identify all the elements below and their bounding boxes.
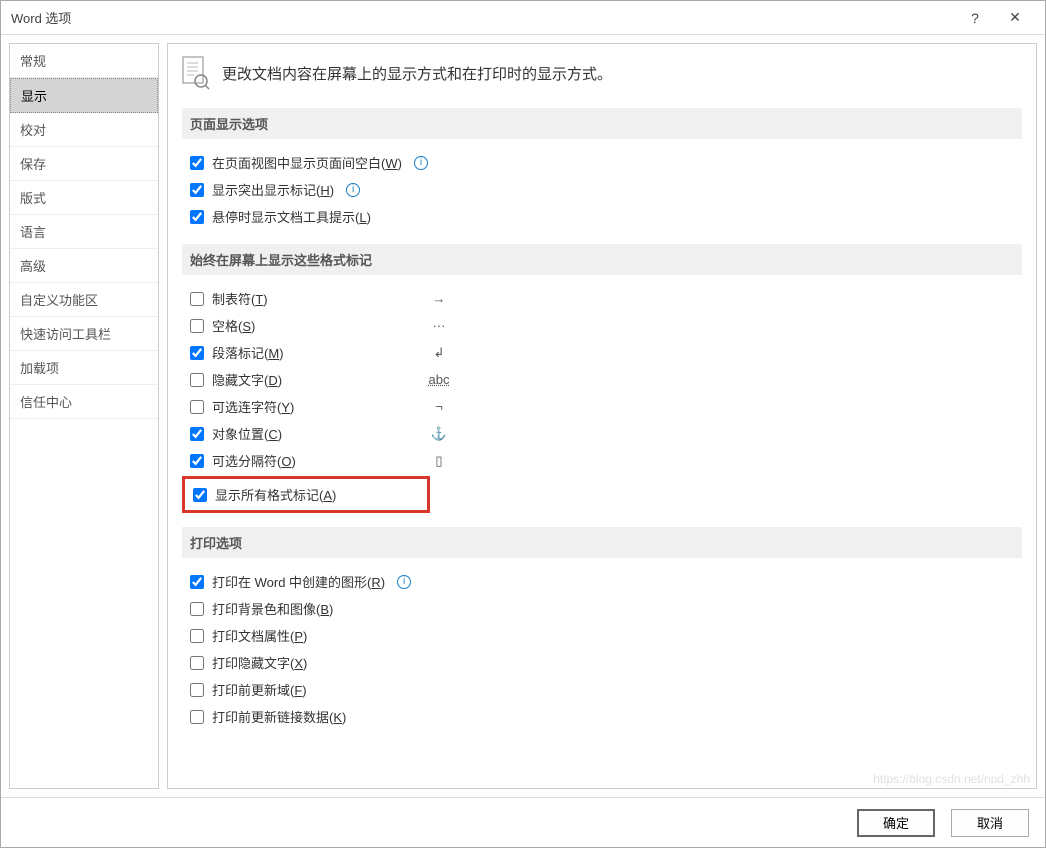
option-checkbox[interactable] — [190, 346, 204, 360]
option-row: 打印隐藏文字(X) — [182, 649, 1022, 676]
highlighted-option-box: 显示所有格式标记(A) — [182, 476, 430, 513]
sidebar: 常规显示校对保存版式语言高级自定义功能区快速访问工具栏加载项信任中心 — [9, 43, 159, 789]
option-label[interactable]: 可选连字符(Y) — [212, 397, 294, 416]
format-symbol: ¬ — [424, 399, 454, 414]
content-header: 更改文档内容在屏幕上的显示方式和在打印时的显示方式。 — [182, 56, 1022, 90]
dialog-body: 常规显示校对保存版式语言高级自定义功能区快速访问工具栏加载项信任中心 更改文档内… — [1, 35, 1045, 797]
cancel-button[interactable]: 取消 — [951, 809, 1029, 837]
content-title: 更改文档内容在屏幕上的显示方式和在打印时的显示方式。 — [222, 63, 612, 84]
option-row: 在页面视图中显示页面间空白(W) i — [182, 149, 1022, 176]
dialog-title: Word 选项 — [11, 8, 955, 27]
sidebar-item-自定义功能区[interactable]: 自定义功能区 — [10, 283, 158, 317]
section-print: 打印选项 打印在 Word 中创建的图形(R) i 打印背景色和图像(B) 打印文档属… — [182, 527, 1022, 730]
sidebar-item-信任中心[interactable]: 信任中心 — [10, 385, 158, 419]
info-icon[interactable]: i — [414, 156, 428, 170]
option-checkbox[interactable] — [190, 683, 204, 697]
option-label[interactable]: 打印在 Word 中创建的图形(R) — [212, 572, 385, 591]
sidebar-item-校对[interactable]: 校对 — [10, 113, 158, 147]
option-label[interactable]: 制表符(T) — [212, 289, 268, 308]
info-icon[interactable]: i — [346, 183, 360, 197]
option-label[interactable]: 打印隐藏文字(X) — [212, 653, 307, 672]
watermark: https://blog.csdn.net/npd_zhh — [873, 772, 1030, 786]
word-options-dialog: Word 选项 ? ✕ 常规显示校对保存版式语言高级自定义功能区快速访问工具栏加… — [0, 0, 1046, 848]
option-checkbox[interactable] — [190, 183, 204, 197]
ok-button[interactable]: 确定 — [857, 809, 935, 837]
section-header-format-marks: 始终在屏幕上显示这些格式标记 — [182, 244, 1022, 275]
option-checkbox[interactable] — [190, 292, 204, 306]
sidebar-item-保存[interactable]: 保存 — [10, 147, 158, 181]
help-button[interactable]: ? — [955, 10, 995, 26]
sidebar-item-显示[interactable]: 显示 — [10, 78, 158, 113]
close-button[interactable]: ✕ — [995, 9, 1035, 26]
format-symbol: → — [424, 291, 454, 306]
option-row: 制表符(T) → — [182, 285, 1022, 312]
option-checkbox[interactable] — [190, 454, 204, 468]
format-symbol: ▯ — [424, 453, 454, 469]
option-label[interactable]: 对象位置(C) — [212, 424, 282, 443]
option-label[interactable]: 打印背景色和图像(B) — [212, 599, 333, 618]
option-row: 悬停时显示文档工具提示(L) — [182, 203, 1022, 230]
option-row: 打印在 Word 中创建的图形(R) i — [182, 568, 1022, 595]
option-row: 空格(S) ··· — [182, 312, 1022, 339]
info-icon[interactable]: i — [397, 575, 411, 589]
option-label[interactable]: 空格(S) — [212, 316, 255, 335]
document-icon — [182, 56, 210, 90]
content-pane: 更改文档内容在屏幕上的显示方式和在打印时的显示方式。 页面显示选项 在页面视图中… — [167, 43, 1037, 789]
footer: 确定 取消 — [1, 797, 1045, 847]
option-label[interactable]: 显示突出显示标记(H) — [212, 180, 334, 199]
sidebar-item-高级[interactable]: 高级 — [10, 249, 158, 283]
option-label[interactable]: 显示所有格式标记(A) — [215, 485, 336, 504]
sidebar-item-语言[interactable]: 语言 — [10, 215, 158, 249]
option-label[interactable]: 段落标记(M) — [212, 343, 284, 362]
option-checkbox[interactable] — [190, 400, 204, 414]
option-row: 打印前更新域(F) — [182, 676, 1022, 703]
section-page-display: 页面显示选项 在页面视图中显示页面间空白(W) i 显示突出显示标记(H) i 悬停时显… — [182, 108, 1022, 230]
format-symbol: ↲ — [424, 345, 454, 361]
option-checkbox[interactable] — [190, 427, 204, 441]
option-checkbox[interactable] — [190, 602, 204, 616]
option-checkbox[interactable] — [190, 210, 204, 224]
option-row: 对象位置(C) ⚓ — [182, 420, 1022, 447]
option-label[interactable]: 打印文档属性(P) — [212, 626, 307, 645]
option-checkbox[interactable] — [190, 575, 204, 589]
option-checkbox[interactable] — [190, 156, 204, 170]
option-row: 显示突出显示标记(H) i — [182, 176, 1022, 203]
sidebar-item-加载项[interactable]: 加载项 — [10, 351, 158, 385]
option-label[interactable]: 悬停时显示文档工具提示(L) — [212, 207, 371, 226]
option-checkbox[interactable] — [193, 488, 207, 502]
option-row: 打印前更新链接数据(K) — [182, 703, 1022, 730]
section-header-page-display: 页面显示选项 — [182, 108, 1022, 139]
highlighted-option: 显示所有格式标记(A) — [185, 481, 421, 508]
section-format-marks-opts: 制表符(T) → 空格(S) ··· 段落标记(M) ↲ 隐藏文字(D) abc 可选连字符(Y… — [182, 285, 1022, 474]
sidebar-item-常规[interactable]: 常规 — [10, 44, 158, 78]
option-label[interactable]: 可选分隔符(O) — [212, 451, 296, 470]
option-checkbox[interactable] — [190, 629, 204, 643]
option-checkbox[interactable] — [190, 656, 204, 670]
option-row: 打印文档属性(P) — [182, 622, 1022, 649]
section-page-display-opts: 在页面视图中显示页面间空白(W) i 显示突出显示标记(H) i 悬停时显示文档工具提示… — [182, 149, 1022, 230]
section-header-print: 打印选项 — [182, 527, 1022, 558]
option-checkbox[interactable] — [190, 373, 204, 387]
option-row: 打印背景色和图像(B) — [182, 595, 1022, 622]
option-row: 段落标记(M) ↲ — [182, 339, 1022, 366]
option-row: 可选连字符(Y) ¬ — [182, 393, 1022, 420]
format-symbol: ⚓ — [424, 426, 454, 442]
option-row: 显示所有格式标记(A) — [185, 481, 421, 508]
option-row: 可选分隔符(O) ▯ — [182, 447, 1022, 474]
option-label[interactable]: 隐藏文字(D) — [212, 370, 282, 389]
titlebar: Word 选项 ? ✕ — [1, 1, 1045, 35]
option-checkbox[interactable] — [190, 319, 204, 333]
option-row: 隐藏文字(D) abc — [182, 366, 1022, 393]
sidebar-item-快速访问工具栏[interactable]: 快速访问工具栏 — [10, 317, 158, 351]
section-format-marks: 始终在屏幕上显示这些格式标记 制表符(T) → 空格(S) ··· 段落标记(M) ↲ 隐藏… — [182, 244, 1022, 513]
format-symbol: abc — [424, 372, 454, 387]
option-label[interactable]: 打印前更新域(F) — [212, 680, 307, 699]
section-print-opts: 打印在 Word 中创建的图形(R) i 打印背景色和图像(B) 打印文档属性(P) 打… — [182, 568, 1022, 730]
option-label[interactable]: 打印前更新链接数据(K) — [212, 707, 346, 726]
sidebar-item-版式[interactable]: 版式 — [10, 181, 158, 215]
format-symbol: ··· — [424, 318, 454, 333]
option-checkbox[interactable] — [190, 710, 204, 724]
option-label[interactable]: 在页面视图中显示页面间空白(W) — [212, 153, 402, 172]
